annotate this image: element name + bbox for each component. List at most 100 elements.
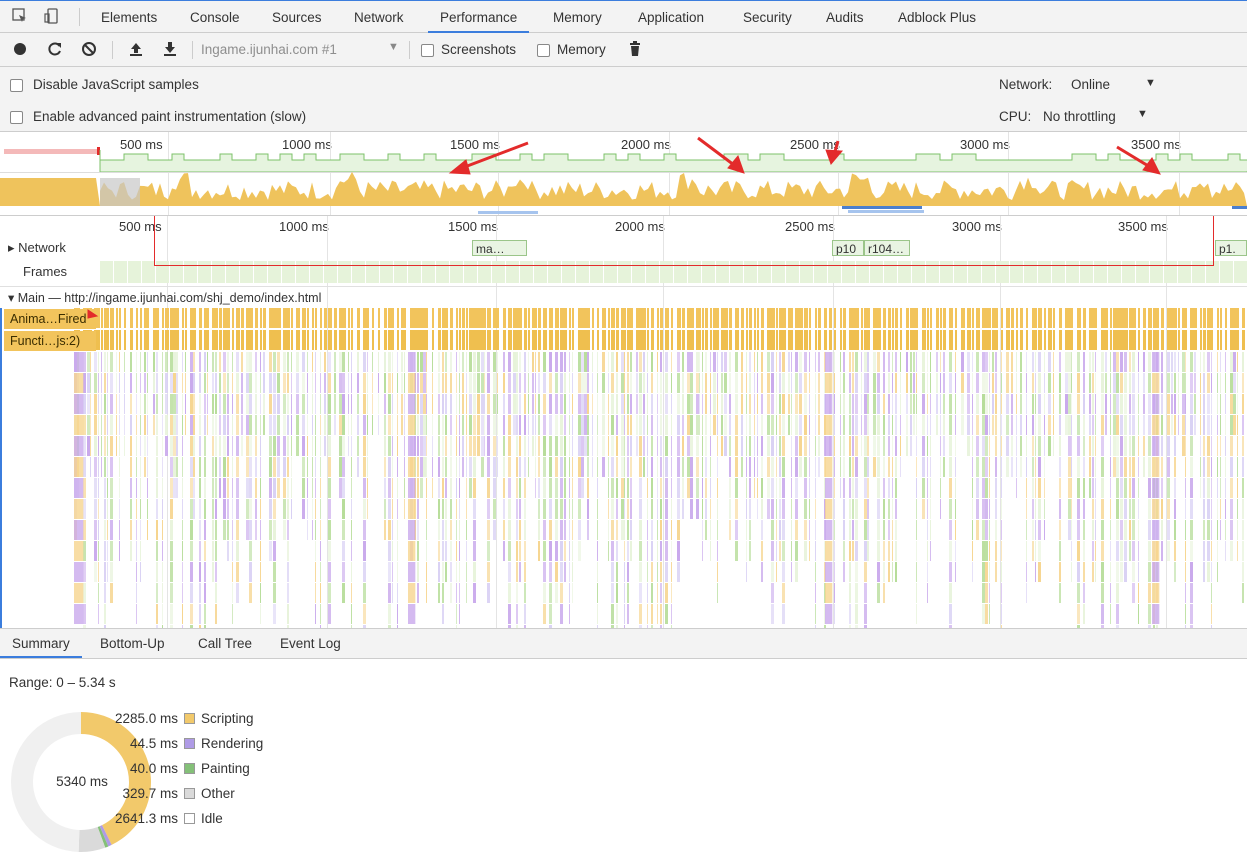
tab-console[interactable]: Console — [190, 1, 240, 32]
call-stack-block — [636, 373, 638, 393]
inspect-element-icon[interactable] — [12, 8, 28, 24]
disable-js-samples-checkbox[interactable] — [10, 79, 23, 92]
memory-checkbox[interactable] — [537, 44, 550, 57]
load-profile-icon[interactable] — [128, 41, 144, 57]
animation-frame-block — [1026, 308, 1028, 328]
timeline-overview[interactable]: 500 ms 1000 ms 1500 ms 2000 ms 2500 ms 3000 m… — [0, 132, 1247, 216]
call-stack-block — [815, 520, 816, 540]
call-stack-block — [182, 415, 183, 435]
animation-frame-block — [219, 308, 222, 328]
function-call-block — [995, 330, 998, 350]
device-toolbar-icon[interactable] — [44, 8, 60, 24]
tab-call-tree[interactable]: Call Tree — [198, 629, 252, 658]
reload-record-button[interactable] — [47, 41, 63, 57]
call-stack-block — [982, 457, 985, 477]
animation-frame-block — [236, 308, 240, 328]
call-stack-block — [190, 541, 193, 561]
call-stack-block — [273, 604, 276, 624]
call-stack-block — [302, 415, 305, 435]
tab-audits[interactable]: Audits — [826, 1, 864, 32]
call-stack-block — [269, 394, 272, 414]
call-stack-block — [927, 394, 928, 414]
call-stack-block — [212, 436, 214, 456]
call-stack-block — [1185, 457, 1186, 477]
call-stack-block — [1190, 373, 1193, 393]
function-call-event[interactable]: Functi…js:2) — [4, 331, 96, 351]
call-stack-block — [895, 541, 897, 561]
flame-chart-area[interactable]: 500 ms 1000 ms 1500 ms 2000 ms 2500 ms 3000 m… — [0, 216, 1247, 628]
collect-garbage-icon[interactable] — [627, 40, 643, 56]
profile-select[interactable]: Ingame.ijunhai.com #1 — [201, 42, 337, 57]
advanced-paint-checkbox[interactable] — [10, 111, 23, 124]
tab-security[interactable]: Security — [743, 1, 792, 32]
call-stack-block — [549, 478, 552, 498]
call-stack-block — [1095, 415, 1096, 435]
animation-frame-block — [207, 308, 209, 328]
cpu-throttle-select[interactable]: No throttling — [1043, 109, 1116, 124]
tab-summary[interactable]: Summary — [0, 629, 82, 658]
call-stack-block — [864, 436, 867, 456]
legend-swatch — [184, 763, 195, 774]
call-stack-block — [212, 352, 214, 372]
chevron-down-icon[interactable]: ▼ — [1137, 108, 1148, 120]
animation-frame-block — [388, 308, 392, 328]
tab-event-log[interactable]: Event Log — [280, 629, 341, 658]
call-stack-block — [992, 352, 994, 372]
chevron-down-icon[interactable]: ▼ — [388, 41, 399, 53]
call-stack-block — [469, 415, 472, 435]
call-stack-block — [955, 478, 956, 498]
animation-frame-block — [799, 308, 803, 328]
function-call-block — [834, 330, 836, 350]
tab-performance[interactable]: Performance — [428, 1, 530, 33]
main-thread-track-label[interactable]: ▾ Main — http://ingame.ijunhai.com/shj_d… — [8, 290, 321, 305]
function-call-block — [124, 330, 126, 350]
call-stack-block — [671, 394, 672, 414]
call-stack-block — [651, 562, 653, 582]
tab-adblock-plus[interactable]: Adblock Plus — [898, 1, 976, 32]
call-stack-block — [799, 373, 802, 393]
call-stack-block — [423, 457, 426, 477]
call-stack-block — [456, 604, 457, 624]
call-stack-block — [124, 415, 125, 435]
call-stack-block — [1035, 352, 1036, 372]
call-stack-block — [249, 373, 252, 393]
save-profile-icon[interactable] — [162, 41, 178, 57]
function-call-block — [867, 330, 870, 350]
call-stack-block — [456, 478, 457, 498]
call-stack-block — [1089, 352, 1091, 372]
network-track-toggle[interactable]: ▸ Network — [8, 240, 66, 256]
tab-memory[interactable]: Memory — [553, 1, 602, 32]
call-stack-block — [1207, 352, 1210, 372]
animation-frame-fired-event[interactable]: Anima…Fired — [4, 309, 96, 329]
network-request-bar[interactable]: p1. — [1215, 240, 1247, 256]
call-stack-block — [432, 415, 433, 435]
tab-sources[interactable]: Sources — [272, 1, 322, 32]
call-stack-block — [651, 520, 653, 540]
network-throttle-select[interactable]: Online — [1071, 77, 1110, 92]
call-stack-block — [877, 352, 880, 372]
function-call-block — [363, 330, 367, 350]
function-call-block — [199, 330, 202, 350]
clear-icon[interactable] — [81, 41, 97, 57]
tab-network[interactable]: Network — [354, 1, 404, 32]
call-stack-block — [528, 436, 529, 456]
animation-frame-block — [367, 308, 369, 328]
tab-elements[interactable]: Elements — [101, 1, 157, 32]
function-call-block — [927, 330, 929, 350]
call-stack-block — [1035, 562, 1036, 582]
call-stack-block — [690, 457, 693, 477]
record-button[interactable] — [12, 41, 28, 57]
legend-value: 40.0 ms — [129, 761, 178, 776]
tab-application[interactable]: Application — [638, 1, 704, 32]
chevron-down-icon[interactable]: ▼ — [1145, 77, 1156, 89]
call-stack-block — [199, 394, 201, 414]
screenshots-checkbox[interactable] — [421, 44, 434, 57]
animation-frame-block — [144, 308, 147, 328]
call-stack-block — [193, 394, 195, 414]
call-stack-block — [320, 562, 321, 582]
tab-bottom-up[interactable]: Bottom-Up — [100, 629, 165, 658]
call-stack-block — [867, 457, 869, 477]
call-stack-block — [312, 457, 313, 477]
call-stack-block — [943, 352, 945, 372]
call-stack-block — [892, 457, 893, 477]
